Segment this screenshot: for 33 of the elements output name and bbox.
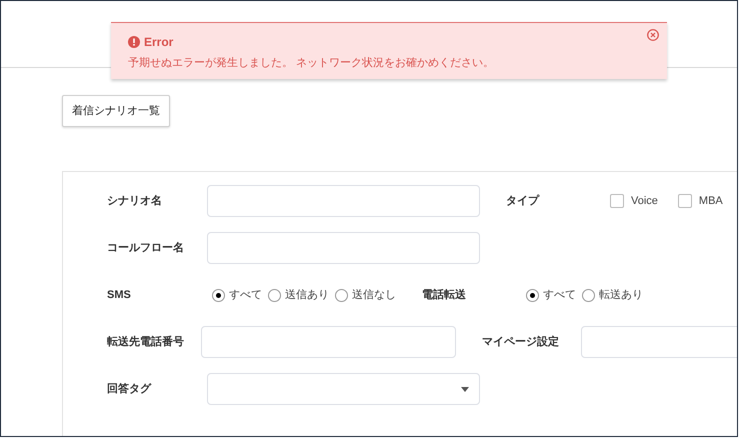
text-field[interactable]	[207, 185, 480, 217]
field-label: 電話転送	[422, 288, 467, 303]
alert-title: Error	[144, 34, 174, 51]
checkbox[interactable]	[678, 194, 692, 208]
text-field[interactable]	[207, 232, 480, 264]
select-field[interactable]	[207, 373, 480, 405]
text-field[interactable]	[581, 326, 737, 358]
radio-button[interactable]	[582, 288, 595, 302]
radio-button[interactable]	[335, 288, 348, 302]
checkbox-label: Voice	[631, 194, 658, 209]
field-label: コールフロー名	[107, 240, 185, 256]
field-label: マイページ設定	[482, 334, 560, 350]
field-label: タイプ	[506, 194, 540, 209]
alert-message: 予期せぬエラーが発生しました。 ネットワーク状況をお確かめください。	[128, 56, 496, 71]
field-label: 回答タグ	[107, 382, 152, 397]
error-icon	[128, 36, 140, 48]
radio-label: 送信あり	[285, 288, 329, 303]
field-label: SMS	[107, 288, 132, 303]
radio-label: すべて	[229, 288, 262, 303]
radio-button[interactable]	[526, 288, 539, 302]
caret-icon	[461, 386, 469, 392]
radio-button[interactable]	[268, 288, 281, 302]
text-field[interactable]	[200, 326, 456, 358]
field-label: 転送先電話番号	[107, 334, 185, 350]
field-label: シナリオ名	[107, 194, 163, 209]
checkbox-label: MBA	[698, 194, 723, 209]
radio-label: 転送あり	[599, 288, 643, 303]
radio-label: 送信なし	[352, 288, 396, 303]
scenario-list-button[interactable]: 着信シナリオ一覧	[62, 95, 170, 127]
checkbox[interactable]	[610, 194, 624, 208]
radio-button[interactable]	[212, 288, 225, 302]
close-icon[interactable]	[647, 29, 659, 41]
radio-label: すべて	[543, 288, 576, 303]
